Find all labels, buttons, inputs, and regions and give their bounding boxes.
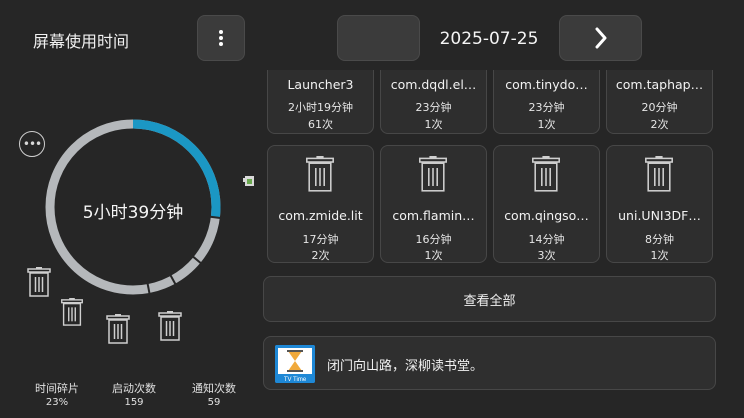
logo-caption: TV Time — [284, 377, 307, 383]
app-launch-count: 1次 — [424, 249, 443, 262]
app-duration: 16分钟 — [415, 233, 452, 246]
trash-icon — [532, 156, 560, 192]
app-name: com.qingso… — [504, 208, 589, 223]
chevron-right-icon — [595, 27, 606, 49]
stat-launches-label: 启动次数 — [112, 382, 156, 395]
next-day-button[interactable] — [559, 15, 642, 61]
previous-day-button[interactable] — [337, 15, 420, 61]
stat-notifications-label: 通知次数 — [192, 382, 236, 395]
menu-button[interactable] — [197, 15, 245, 61]
vertical-dots-icon — [219, 30, 223, 46]
app-card[interactable]: com.zmide.lit 17分钟 2次 — [267, 145, 374, 263]
app-duration: 8分钟 — [645, 233, 674, 246]
app-launch-count: 61次 — [308, 118, 333, 131]
quote-banner[interactable]: TV Time 闭门向山路，深柳读书堂。 — [263, 336, 716, 390]
trash-icon — [419, 156, 447, 192]
app-launch-count: 2次 — [650, 118, 669, 131]
app-launch-count: 2次 — [311, 249, 330, 262]
app-card[interactable]: com.dqdl.el… 23分钟 1次 — [380, 70, 487, 134]
app-name: uni.UNI3DF… — [618, 208, 701, 223]
app-launch-count: 1次 — [650, 249, 669, 262]
app-name: com.zmide.lit — [278, 208, 363, 223]
stat-notifications-value: 59 — [207, 397, 221, 408]
app-usage-grid: Launcher3 2小时19分钟 61次 com.dqdl.el… 23分钟 … — [262, 70, 718, 274]
app-duration: 23分钟 — [528, 101, 565, 114]
trash-icon — [106, 314, 130, 348]
view-all-button[interactable]: 查看全部 — [263, 276, 716, 322]
app-name: com.tinydo… — [505, 77, 588, 92]
app-duration: 14分钟 — [528, 233, 565, 246]
date-label: 2025-07-25 — [439, 29, 539, 49]
app-name: com.dqdl.el… — [390, 77, 477, 92]
trash-icon — [60, 298, 84, 330]
app-card[interactable]: Launcher3 2小时19分钟 61次 — [267, 70, 374, 134]
total-usage-time: 5小时39分钟 — [82, 203, 184, 223]
more-options-button[interactable]: ••• — [19, 131, 45, 157]
app-name: com.taphap… — [615, 77, 704, 92]
trash-icon — [158, 311, 182, 345]
app-card[interactable]: uni.UNI3DF… 8分钟 1次 — [606, 145, 713, 263]
trash-icon — [645, 156, 673, 192]
page-title: 屏幕使用时间 — [33, 32, 130, 51]
trash-icon — [306, 156, 334, 192]
app-logo: TV Time — [275, 345, 315, 383]
app-card[interactable]: com.tinydo… 23分钟 1次 — [493, 70, 600, 134]
quote-text: 闭门向山路，深柳读书堂。 — [327, 359, 484, 374]
app-launch-count: 1次 — [424, 118, 443, 131]
app-card[interactable]: com.flamin… 16分钟 1次 — [380, 145, 487, 263]
battery-icon — [243, 172, 255, 186]
app-name: com.flamin… — [392, 208, 475, 223]
app-card[interactable]: com.qingso… 14分钟 3次 — [493, 145, 600, 263]
stat-fragment-label: 时间碎片 — [35, 382, 79, 395]
stat-fragment-value: 23% — [45, 397, 69, 408]
app-duration: 23分钟 — [415, 101, 452, 114]
stat-launches-value: 159 — [124, 397, 144, 408]
app-duration: 2小时19分钟 — [288, 101, 353, 114]
app-card[interactable]: com.taphap… 20分钟 2次 — [606, 70, 713, 134]
ellipsis-icon: ••• — [22, 137, 42, 151]
app-launch-count: 1次 — [537, 118, 556, 131]
app-name: Launcher3 — [287, 77, 354, 92]
app-duration: 20分钟 — [641, 101, 678, 114]
app-duration: 17分钟 — [302, 233, 339, 246]
app-launch-count: 3次 — [537, 249, 556, 262]
trash-icon — [27, 267, 51, 301]
